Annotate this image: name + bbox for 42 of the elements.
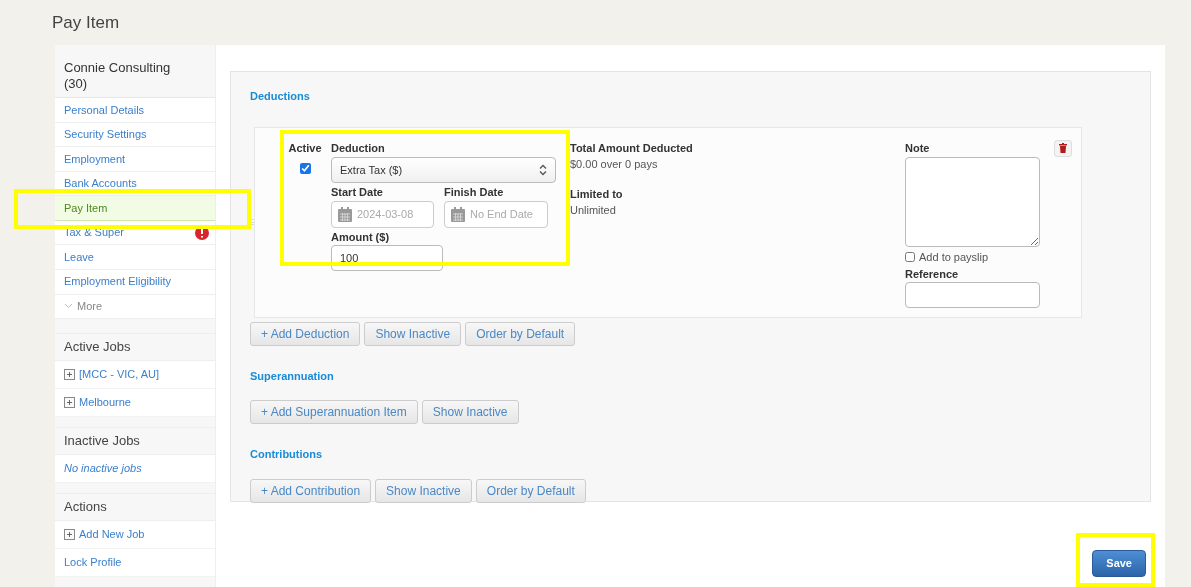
section-heading: Active Jobs [55,333,215,362]
total-value: $0.00 over 0 pays [570,157,659,172]
field-label: Finish Date [444,185,505,200]
sidebar-link[interactable]: Lock Profile [55,549,215,578]
sidebar-link[interactable]: Add New Job [55,521,215,550]
action-button[interactable]: + Add Deduction [250,321,361,346]
action-button[interactable]: Show Inactive [364,321,462,346]
section-title: Superannuation [250,368,335,384]
section-heading: Inactive Jobs [55,427,215,456]
sidebar-link[interactable]: Melbourne [55,389,215,418]
action-button[interactable]: Order by Default [475,478,586,503]
page-title: Pay Item [52,12,120,34]
checkbox-label: Add to payslip [919,250,989,265]
section-heading: Actions [55,493,215,522]
finish-date-field[interactable]: No End Date [444,200,548,228]
sidebar-link[interactable]: [MCC - VIC, AU] [55,361,215,390]
field-label: Limited to [570,186,624,202]
sidebar-item[interactable]: Security Settings [55,122,215,148]
sidebar-item[interactable]: Personal Details [55,98,215,123]
save-button[interactable]: Save [1092,550,1146,577]
field-label: Note [905,140,931,156]
field-label: Active [288,140,322,156]
more-link[interactable]: More [55,294,215,320]
sidebar-item[interactable]: Leave [55,245,215,270]
start-date-field[interactable]: 2024-03-08 [331,200,434,228]
action-button[interactable]: + Add Contribution [250,478,372,503]
action-button[interactable]: Order by Default [465,321,576,346]
sidebar-item[interactable]: Employment Eligibility [55,269,215,295]
field-label: Deduction [331,140,386,156]
field-label: Reference [905,266,960,282]
sidebar-item[interactable]: Employment [55,147,215,172]
action-button[interactable]: + Add Superannuation Item [250,400,418,424]
field-label: Amount ($) [331,229,391,245]
field-label: Total Amount Deducted [570,140,694,156]
limit-value: Unlimited [570,203,617,218]
action-button[interactable]: Show Inactive [375,478,472,503]
section-title: Deductions [250,89,311,104]
field-label: Start Date [331,185,384,200]
section-title: Contributions [250,447,324,462]
deduction-select[interactable]: Extra Tax ($) [331,157,556,183]
sidebar-item[interactable]: Pay Item [55,196,215,221]
action-button[interactable]: Show Inactive [421,400,519,424]
